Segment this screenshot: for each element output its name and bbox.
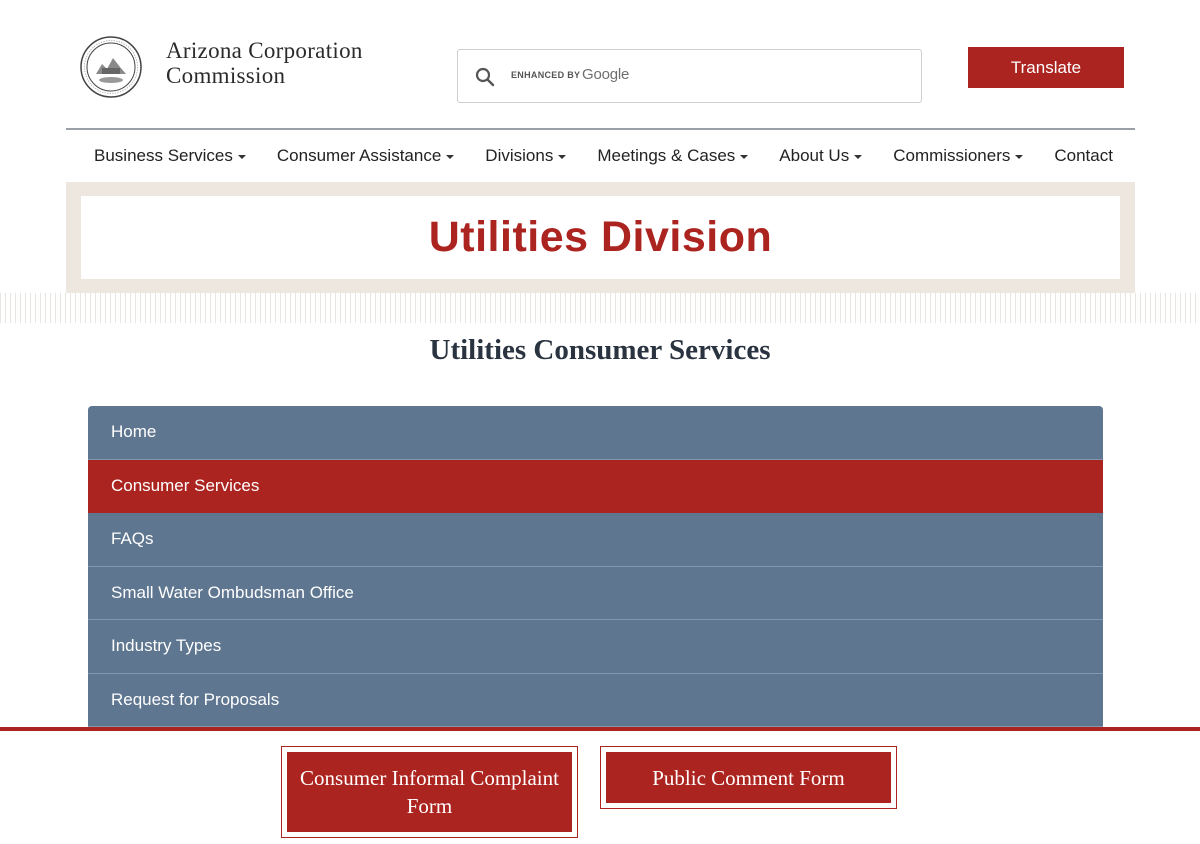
- site-brand[interactable]: Arizona Corporation Commission: [166, 38, 363, 88]
- menu-item-label: Industry Types: [111, 636, 222, 656]
- translate-button[interactable]: Translate: [968, 47, 1124, 88]
- caret-down-icon: [446, 155, 455, 159]
- nav-item-label: Divisions: [485, 146, 554, 165]
- caret-down-icon: [558, 155, 567, 159]
- menu-item-label: FAQs: [111, 529, 154, 549]
- nav-item-divisions[interactable]: Divisions: [485, 146, 567, 166]
- section-title: Utilities Consumer Services: [429, 334, 771, 366]
- menu-item-label: Small Water Ombudsman Office: [111, 582, 354, 602]
- menu-item-home[interactable]: Home: [88, 406, 1103, 460]
- button-label: Consumer Informal Complaint Form: [287, 752, 572, 832]
- button-label: Public Comment Form: [606, 752, 891, 803]
- nav-item-meetings-cases[interactable]: Meetings & Cases: [597, 146, 749, 166]
- brand-line-2: Commission: [166, 63, 286, 88]
- menu-item-industry-types[interactable]: Industry Types: [88, 620, 1103, 674]
- caret-down-icon: [237, 155, 246, 159]
- search-input[interactable]: ENHANCED BY Google: [457, 49, 922, 103]
- section-menu: Home Consumer Services FAQs Small Water …: [88, 406, 1103, 727]
- search-enhanced-by-label: ENHANCED BY: [511, 70, 581, 80]
- nav-item-business-services[interactable]: Business Services: [94, 146, 246, 166]
- page-title: Utilities Division: [428, 213, 773, 261]
- caret-down-icon: [854, 155, 863, 159]
- decorative-stripes: [0, 293, 1200, 323]
- public-comment-form-button[interactable]: Public Comment Form: [600, 746, 897, 809]
- main-nav: Business Services Consumer Assistance Di…: [66, 130, 1135, 182]
- nav-item-about-us[interactable]: About Us: [779, 146, 863, 166]
- nav-item-consumer-assistance[interactable]: Consumer Assistance: [276, 146, 455, 166]
- google-wordmark: Google: [582, 66, 630, 83]
- nav-item-label: Consumer Assistance: [276, 146, 442, 165]
- menu-item-small-water-ombudsman[interactable]: Small Water Ombudsman Office: [88, 566, 1103, 620]
- consumer-complaint-form-button[interactable]: Consumer Informal Complaint Form: [281, 746, 578, 838]
- menu-item-request-for-proposals[interactable]: Request for Proposals: [88, 673, 1103, 727]
- acc-seal-logo[interactable]: [80, 36, 142, 98]
- menu-item-label: Request for Proposals: [111, 689, 280, 709]
- menu-item-consumer-services[interactable]: Consumer Services: [88, 459, 1103, 513]
- nav-item-contact[interactable]: Contact: [1054, 146, 1113, 166]
- nav-item-label: Contact: [1054, 146, 1113, 165]
- search-icon[interactable]: [474, 66, 496, 88]
- menu-item-faqs[interactable]: FAQs: [88, 513, 1103, 567]
- caret-down-icon: [1015, 155, 1024, 159]
- caret-down-icon: [740, 155, 749, 159]
- brand-line-1: Arizona Corporation: [166, 38, 363, 63]
- menu-item-label: Consumer Services: [111, 475, 260, 495]
- division-banner: Utilities Division: [81, 196, 1120, 279]
- menu-item-label: Home: [111, 422, 157, 442]
- nav-item-label: Commissioners: [893, 146, 1011, 165]
- nav-item-label: Business Services: [94, 146, 233, 165]
- nav-item-commissioners[interactable]: Commissioners: [893, 146, 1024, 166]
- nav-item-label: Meetings & Cases: [597, 146, 736, 165]
- nav-item-label: About Us: [779, 146, 850, 165]
